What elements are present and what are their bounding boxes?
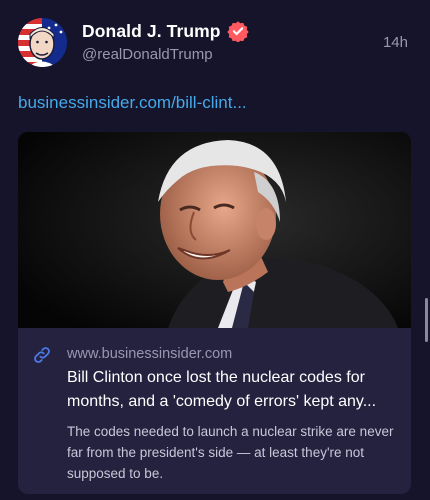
author-display-name[interactable]: Donald J. Trump [82, 21, 221, 42]
avatar[interactable] [18, 18, 67, 67]
card-title[interactable]: Bill Clinton once lost the nuclear codes… [67, 366, 395, 414]
chain-link-icon [34, 347, 50, 363]
post-link[interactable]: businessinsider.com/bill-clint... [18, 93, 247, 113]
scrollbar-thumb[interactable] [425, 298, 428, 342]
card-image [18, 132, 411, 328]
avatar-image [18, 18, 67, 67]
card-description: The codes needed to launch a nuclear str… [67, 424, 394, 481]
verified-badge-icon [226, 21, 249, 42]
post-timestamp[interactable]: 14h [383, 34, 408, 51]
card-body: www.businessinsider.com Bill Clinton onc… [18, 328, 411, 484]
author-name-row: Donald J. Trump [82, 20, 249, 42]
post-container: Donald J. Trump @realDonaldTrump 14h bus… [0, 0, 430, 500]
card-domain: www.businessinsider.com [67, 346, 233, 362]
author-handle[interactable]: @realDonaldTrump [82, 46, 213, 63]
link-preview-card[interactable]: www.businessinsider.com Bill Clinton onc… [18, 132, 411, 494]
